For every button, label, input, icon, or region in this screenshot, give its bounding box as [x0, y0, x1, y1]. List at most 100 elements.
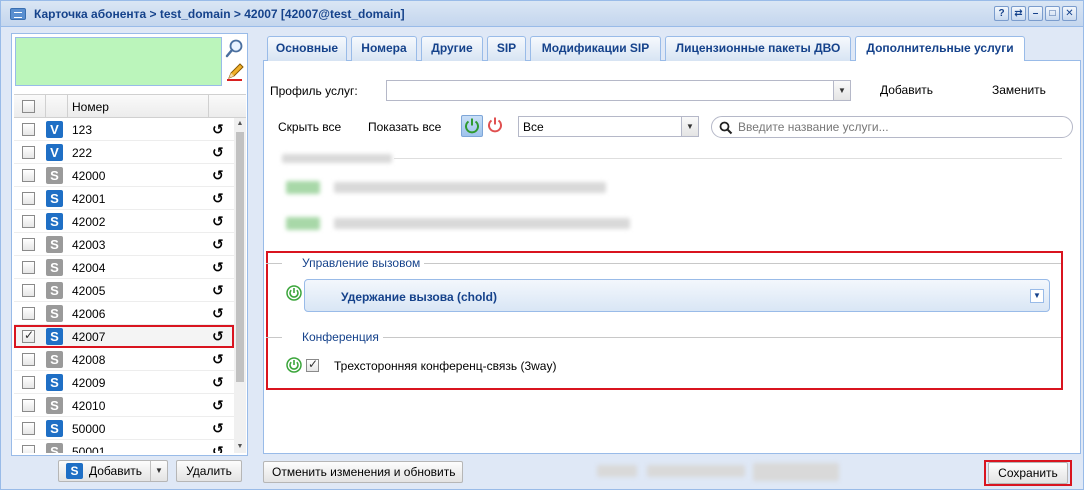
table-row[interactable]: S 42004 ↺ — [14, 256, 234, 279]
table-row[interactable]: S 42000 ↺ — [14, 164, 234, 187]
row-checkbox[interactable] — [22, 353, 35, 366]
history-icon[interactable]: ↺ — [212, 351, 224, 368]
service-power-on-icon[interactable] — [286, 285, 302, 301]
history-icon[interactable]: ↺ — [212, 144, 224, 161]
row-checkbox[interactable] — [22, 123, 35, 136]
chevron-down-icon[interactable]: ▼ — [833, 81, 850, 100]
number-filter-area[interactable] — [15, 37, 222, 86]
tab-numbers[interactable]: Номера — [351, 36, 417, 61]
service-state-filter[interactable]: Все ▼ — [518, 116, 699, 137]
history-icon[interactable]: ↺ — [212, 190, 224, 207]
table-row[interactable]: S 42003 ↺ — [14, 233, 234, 256]
select-all-checkbox[interactable] — [22, 100, 35, 113]
search-icon[interactable] — [225, 38, 245, 58]
history-icon[interactable]: ↺ — [212, 374, 224, 391]
table-row[interactable]: S 50001 ↺ — [14, 440, 234, 453]
group-conference: ▲ Конференция — [266, 330, 1061, 344]
tab-license-packages[interactable]: Лицензионные пакеты ДВО — [665, 36, 851, 61]
blurred-service-icon — [286, 217, 320, 230]
profile-replace-button[interactable]: Заменить — [992, 83, 1046, 97]
blurred-button — [753, 463, 839, 481]
profile-add-button[interactable]: Добавить — [880, 83, 933, 97]
service-profile-select[interactable]: ▼ — [386, 80, 851, 101]
table-row[interactable]: S 42008 ↺ — [14, 348, 234, 371]
row-checkbox[interactable] — [22, 422, 35, 435]
collapse-all-button[interactable]: Скрыть все — [278, 120, 341, 134]
title-bar[interactable]: Карточка абонента > test_domain > 42007 … — [1, 1, 1083, 27]
history-icon[interactable]: ↺ — [212, 121, 224, 138]
table-row[interactable]: S 42005 ↺ — [14, 279, 234, 302]
video-badge-icon: V — [46, 121, 63, 138]
tab-main[interactable]: Основные — [267, 36, 347, 61]
sip-badge-icon: S — [46, 213, 63, 230]
subscriber-list-panel: Номер V 123 ↺ V 222 ↺ S 42000 ↺ S 42001 ↺ S 42002 ↺ S 42… — [11, 33, 248, 456]
tab-sip-modifications[interactable]: Модификации SIP — [530, 36, 661, 61]
service-power-on-icon[interactable] — [286, 357, 302, 373]
table-row[interactable]: S 42002 ↺ — [14, 210, 234, 233]
row-checkbox[interactable] — [22, 445, 35, 453]
row-checkbox[interactable] — [22, 284, 35, 297]
scroll-thumb[interactable] — [236, 132, 244, 382]
expand-down-icon[interactable]: ▼ — [1030, 289, 1044, 303]
help-button[interactable]: ? — [994, 6, 1009, 21]
chevron-down-icon[interactable]: ▼ — [155, 461, 163, 481]
filter-enabled-toggle[interactable] — [461, 115, 483, 137]
tab-other[interactable]: Другие — [421, 36, 483, 61]
history-icon[interactable]: ↺ — [212, 397, 224, 414]
history-icon[interactable]: ↺ — [212, 282, 224, 299]
row-checkbox[interactable] — [22, 399, 35, 412]
service-3way-checkbox[interactable] — [306, 357, 319, 372]
history-icon[interactable]: ↺ — [212, 305, 224, 322]
sip-badge-icon: S — [46, 282, 63, 299]
row-checkbox[interactable] — [22, 238, 35, 251]
service-hold-panel[interactable]: Удержание вызова (chold) ▼ — [304, 279, 1050, 312]
close-button[interactable]: ✕ — [1062, 6, 1077, 21]
edit-pencil-icon[interactable] — [225, 62, 245, 82]
service-search-input[interactable]: Введите название услуги... — [711, 116, 1073, 138]
cancel-refresh-button[interactable]: Отменить изменения и обновить — [263, 461, 463, 483]
blurred-service-text — [334, 218, 630, 229]
history-icon[interactable]: ↺ — [212, 213, 224, 230]
scroll-up-icon[interactable]: ▲ — [236, 120, 244, 128]
expand-all-button[interactable]: Показать все — [368, 120, 441, 134]
table-row[interactable]: V 222 ↺ — [14, 141, 234, 164]
list-scrollbar[interactable]: ▲ ▼ — [234, 118, 246, 453]
save-button[interactable]: Сохранить — [988, 462, 1068, 484]
refresh-button[interactable]: ⇄ — [1011, 6, 1026, 21]
history-icon[interactable]: ↺ — [212, 420, 224, 437]
table-row[interactable]: S 42001 ↺ — [14, 187, 234, 210]
row-checkbox[interactable] — [22, 261, 35, 274]
table-row[interactable]: S 42010 ↺ — [14, 394, 234, 417]
row-checkbox[interactable] — [22, 328, 35, 343]
maximize-button[interactable]: □ — [1045, 6, 1060, 21]
history-icon[interactable]: ↺ — [212, 328, 224, 345]
row-number: 42006 — [72, 307, 106, 321]
table-row[interactable]: V 123 ↺ — [14, 118, 234, 141]
history-icon[interactable]: ↺ — [212, 236, 224, 253]
table-row[interactable]: S 50000 ↺ — [14, 417, 234, 440]
service-search-placeholder: Введите название услуги... — [738, 120, 889, 134]
scroll-down-icon[interactable]: ▼ — [236, 443, 244, 451]
profile-label: Профиль услуг: — [270, 84, 358, 98]
minimize-button[interactable]: – — [1028, 6, 1043, 21]
row-checkbox[interactable] — [22, 215, 35, 228]
table-row[interactable]: S 42009 ↺ — [14, 371, 234, 394]
delete-number-button[interactable]: Удалить — [176, 460, 242, 482]
row-checkbox[interactable] — [22, 307, 35, 320]
history-icon[interactable]: ↺ — [212, 443, 224, 453]
table-row[interactable]: S 42006 ↺ — [14, 302, 234, 325]
add-number-button[interactable]: S Добавить ▼ — [58, 460, 168, 482]
table-row[interactable]: S 42007 ↺ — [14, 325, 234, 348]
service-state-value: Все — [523, 120, 544, 134]
tab-sip[interactable]: SIP — [487, 36, 526, 61]
history-icon[interactable]: ↺ — [212, 167, 224, 184]
row-checkbox[interactable] — [22, 376, 35, 389]
history-icon[interactable]: ↺ — [212, 259, 224, 276]
row-checkbox[interactable] — [22, 192, 35, 205]
tab-additional-services[interactable]: Дополнительные услуги — [855, 36, 1025, 62]
chevron-down-icon[interactable]: ▼ — [681, 117, 698, 136]
row-checkbox[interactable] — [22, 169, 35, 182]
column-header-number[interactable]: Номер — [72, 100, 109, 114]
filter-disabled-toggle[interactable] — [485, 115, 507, 137]
row-checkbox[interactable] — [22, 146, 35, 159]
